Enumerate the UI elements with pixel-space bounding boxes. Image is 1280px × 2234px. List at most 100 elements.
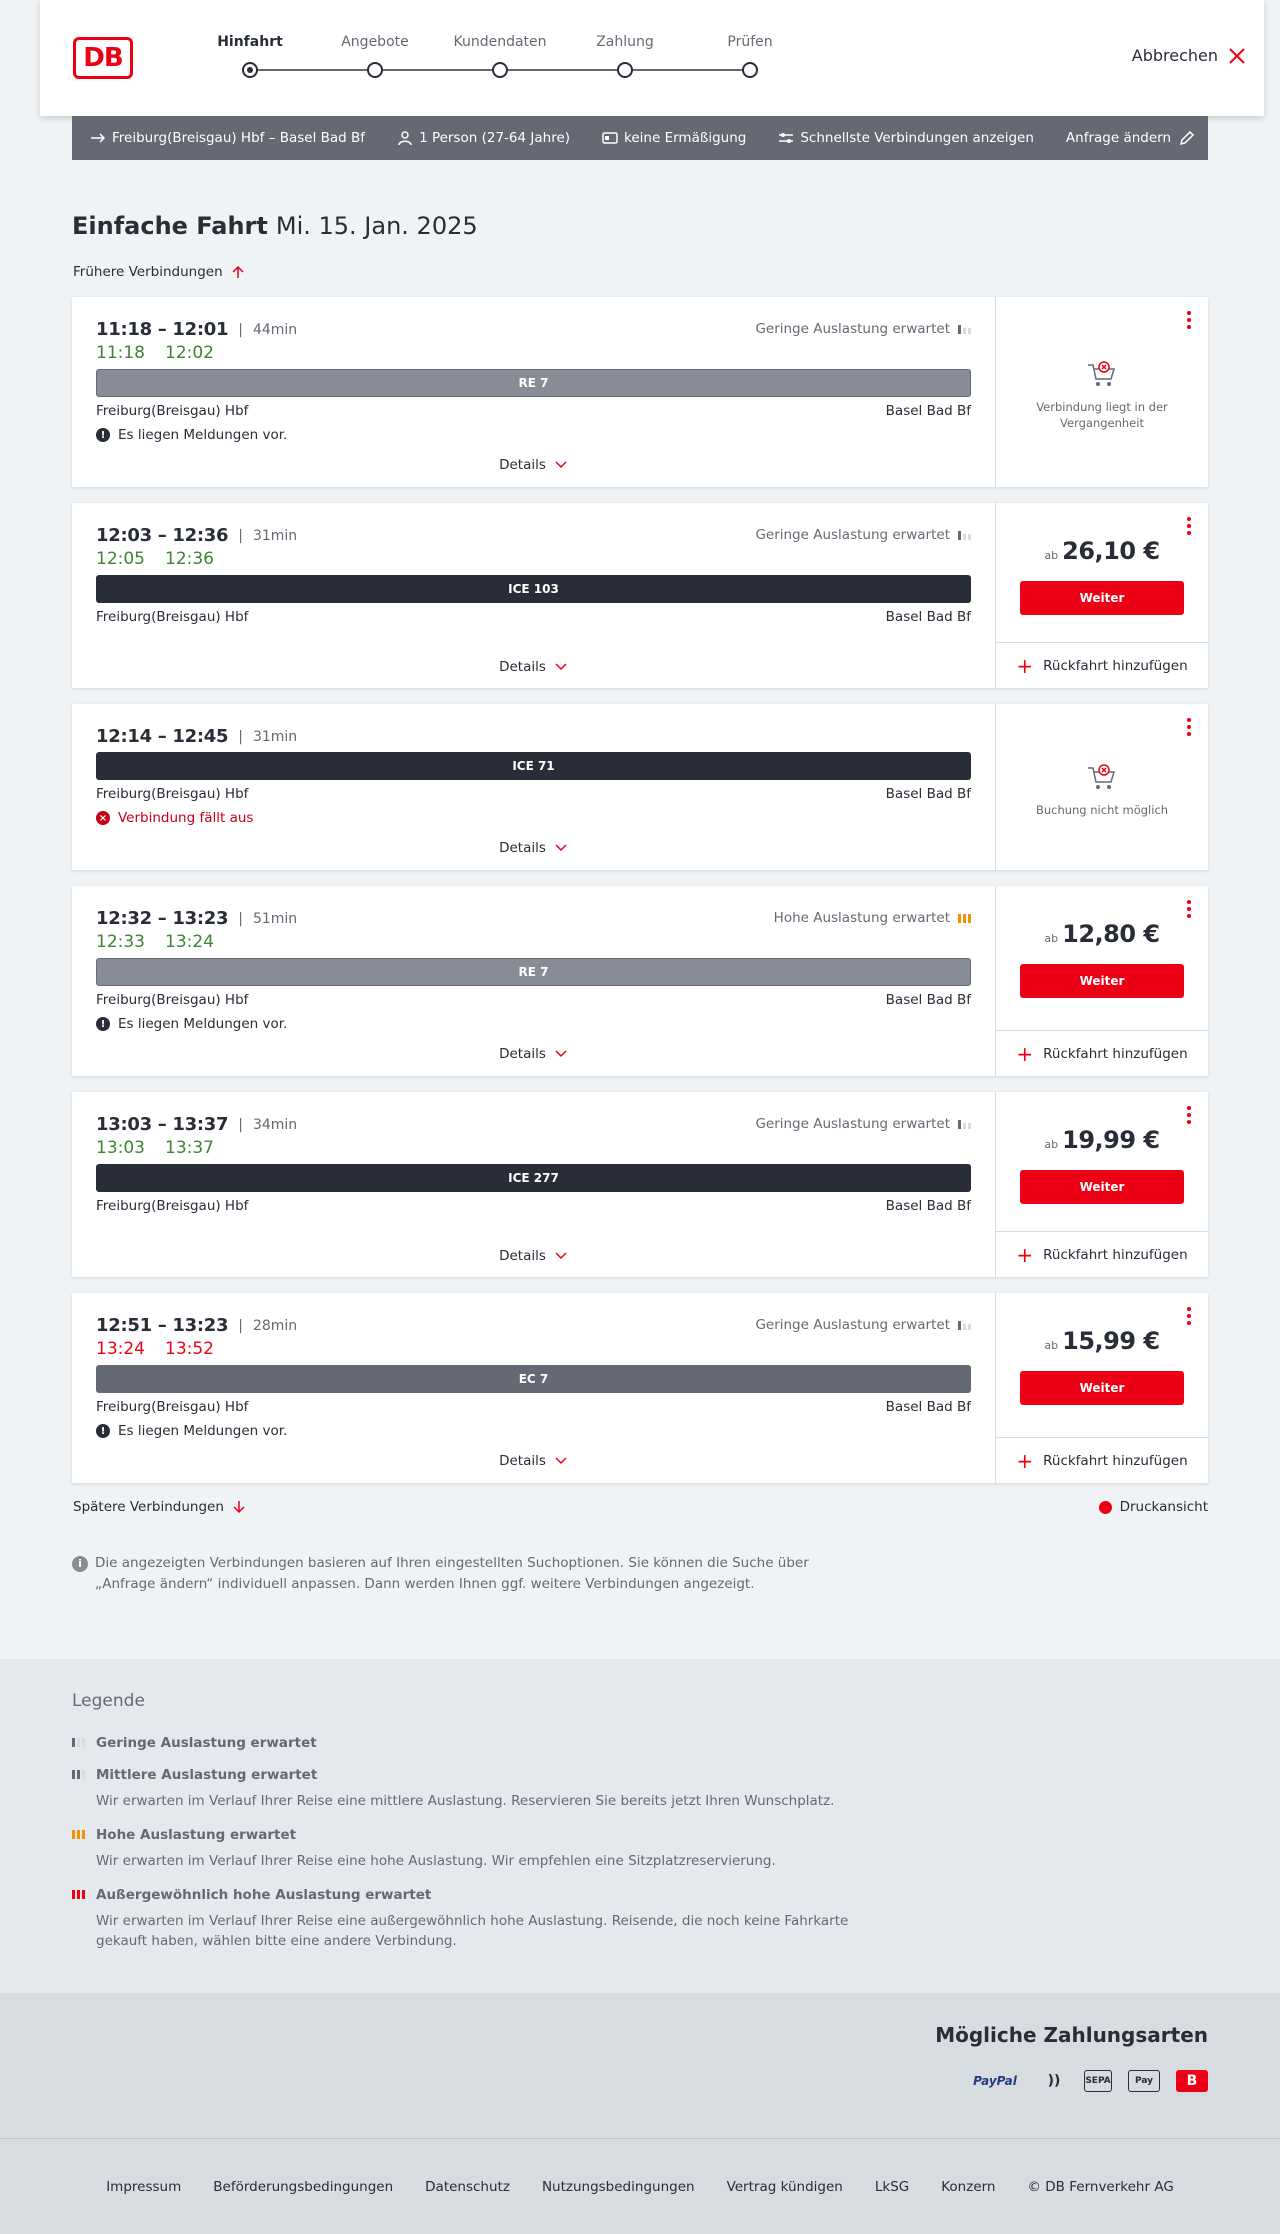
step-dot [742, 62, 758, 78]
train-bar[interactable]: RE 7 [96, 958, 971, 986]
station-from: Freiburg(Breisgau) Hbf [96, 609, 249, 625]
plus-icon: + [1016, 1448, 1034, 1473]
train-bar[interactable]: ICE 71 [96, 752, 971, 780]
connection-main[interactable]: 12:14 – 12:45 | 31min ICE 71 Freiburg(Brei… [72, 704, 995, 870]
train-name: RE 7 [518, 376, 549, 390]
occupancy-low-icon [958, 324, 971, 334]
occupancy-extreme-icon [72, 1890, 85, 1899]
occupancy-high-icon [72, 1830, 85, 1839]
connection-main[interactable]: 13:03 – 13:37 | 34min 13:03 13:37 Geringe A… [72, 1092, 995, 1277]
cart-unavailable-icon [1088, 361, 1116, 386]
offer-panel: Buchung nicht möglich [995, 704, 1208, 870]
price: ab 12,80 € [996, 920, 1208, 948]
change-request-button[interactable]: Anfrage ändern [1066, 130, 1195, 146]
weiter-button[interactable]: Weiter [1020, 1371, 1184, 1405]
connection-main[interactable]: 11:18 – 12:01 | 44min 11:18 12:02 Geringe A… [72, 297, 995, 487]
later-connections-link[interactable]: Spätere Verbindungen [73, 1499, 246, 1515]
add-return-label: Rückfahrt hinzufügen [1043, 1045, 1188, 1062]
cancel-circle-icon: × [96, 811, 110, 825]
chevron-down-icon [555, 461, 567, 469]
details-toggle[interactable]: Details [72, 659, 995, 675]
more-options-icon[interactable] [1186, 1106, 1192, 1124]
realtime-departure: 13:24 [96, 1339, 145, 1359]
offer-panel: ab 15,99 € Weiter + Rückfahrt hinzufügen [995, 1293, 1208, 1483]
connection-main[interactable]: 12:03 – 12:36 | 31min 12:05 12:36 Geringe A… [72, 503, 995, 688]
legend-item-medium: Mittlere Auslastung erwartet Wir erwarte… [72, 1767, 1280, 1811]
train-bar[interactable]: RE 7 [96, 369, 971, 397]
more-options-icon[interactable] [1186, 517, 1192, 535]
offer-panel: Verbindung liegt in der Vergangenheit [995, 297, 1208, 487]
occupancy-text: Geringe Auslastung erwartet [755, 1116, 950, 1132]
details-toggle[interactable]: Details [72, 840, 995, 856]
connection-main[interactable]: 12:32 – 13:23 | 51min 12:33 13:24 Hohe Ausl… [72, 886, 995, 1076]
print-label: Druckansicht [1119, 1499, 1208, 1515]
footer-link-befoerderungsbedingungen[interactable]: Beförderungsbedingungen [213, 2179, 393, 2195]
discount-summary[interactable]: keine Ermäßigung [602, 130, 746, 146]
price-prefix: ab [1044, 1138, 1059, 1151]
db-logo[interactable]: DB [73, 37, 133, 79]
fastest-toggle[interactable]: Schnellste Verbindungen anzeigen [778, 130, 1034, 146]
step-pruefen: Prüfen [690, 34, 810, 78]
footer-link-vertrag-kuendigen[interactable]: Vertrag kündigen [727, 2179, 843, 2195]
add-return-button[interactable]: + Rückfahrt hinzufügen [996, 642, 1208, 688]
connection-list: 11:18 – 12:01 | 44min 11:18 12:02 Geringe A… [72, 297, 1208, 1483]
legend-item-desc: Wir erwarten im Verlauf Ihrer Reise eine… [96, 1913, 849, 1949]
passenger-summary[interactable]: 1 Person (27-64 Jahre) [397, 130, 570, 146]
step-label: Prüfen [727, 34, 773, 50]
realtime-departure: 11:18 [96, 343, 145, 363]
footer-link-nutzungsbedingungen[interactable]: Nutzungsbedingungen [542, 2179, 695, 2195]
train-bar[interactable]: ICE 277 [96, 1164, 971, 1192]
add-return-button[interactable]: + Rückfahrt hinzufügen [996, 1030, 1208, 1076]
notice: ! Es liegen Meldungen vor. [96, 427, 287, 443]
footer-copyright: © DB Fernverkehr AG [1027, 2178, 1174, 2195]
station-from: Freiburg(Breisgau) Hbf [96, 786, 249, 802]
connection-main[interactable]: 12:51 – 13:23 | 28min 13:24 13:52 Geringe A… [72, 1293, 995, 1483]
occupancy-high-icon [958, 913, 971, 923]
legend-item-low: Geringe Auslastung erwartet [72, 1735, 1280, 1751]
weiter-button[interactable]: Weiter [1020, 581, 1184, 615]
footer-link-datenschutz[interactable]: Datenschutz [425, 2179, 510, 2195]
contactless-icon: )) [1047, 2073, 1061, 2089]
planned-times: 12:03 – 12:36 | 31min [96, 525, 298, 546]
train-bar[interactable]: ICE 103 [96, 575, 971, 603]
step-kundendaten: Kundendaten [440, 34, 560, 78]
legend-item-desc: Wir erwarten im Verlauf Ihrer Reise eine… [96, 1793, 835, 1809]
train-name: ICE 71 [512, 759, 555, 773]
details-toggle[interactable]: Details [72, 1046, 995, 1062]
more-options-icon[interactable] [1186, 1307, 1192, 1325]
cancel-button[interactable]: Abbrechen [1132, 46, 1246, 65]
add-return-button[interactable]: + Rückfahrt hinzufügen [996, 1437, 1208, 1483]
details-toggle[interactable]: Details [72, 1453, 995, 1469]
footer-link-impressum[interactable]: Impressum [106, 2179, 181, 2195]
price-prefix: ab [1044, 549, 1059, 562]
legend-item-extreme: Außergewöhnlich hohe Auslastung erwartet… [72, 1887, 1280, 1951]
more-options-icon[interactable] [1186, 311, 1192, 329]
footer-link-lksg[interactable]: LkSG [875, 2179, 909, 2195]
train-bar[interactable]: EC 7 [96, 1365, 971, 1393]
planned-times: 13:03 – 13:37 | 34min [96, 1114, 298, 1135]
details-toggle[interactable]: Details [72, 457, 995, 473]
more-options-icon[interactable] [1186, 718, 1192, 736]
later-label: Spätere Verbindungen [73, 1499, 224, 1515]
duration: 28min [252, 1317, 298, 1334]
trip-type: Einfache Fahrt [72, 212, 268, 240]
route-text: Freiburg(Breisgau) Hbf – Basel Bad Bf [112, 130, 366, 146]
notice: ! Es liegen Meldungen vor. [96, 1423, 287, 1439]
add-return-label: Rückfahrt hinzufügen [1043, 1452, 1188, 1469]
footer-link-konzern[interactable]: Konzern [941, 2179, 995, 2195]
step-dot [492, 62, 508, 78]
station-to: Basel Bad Bf [885, 609, 971, 625]
legend-item-title: Mittlere Auslastung erwartet [96, 1767, 318, 1783]
route-summary[interactable]: Freiburg(Breisgau) Hbf – Basel Bad Bf [90, 130, 365, 146]
occupancy-low-icon [958, 530, 971, 540]
add-return-button[interactable]: + Rückfahrt hinzufügen [996, 1231, 1208, 1277]
occupancy-info: Geringe Auslastung erwartet [755, 1116, 971, 1132]
notice-text: Es liegen Meldungen vor. [118, 1423, 288, 1439]
weiter-button[interactable]: Weiter [1020, 964, 1184, 998]
details-toggle[interactable]: Details [72, 1248, 995, 1264]
earlier-connections-link[interactable]: Frühere Verbindungen [73, 262, 1280, 282]
weiter-button[interactable]: Weiter [1020, 1170, 1184, 1204]
occupancy-text: Hohe Auslastung erwartet [773, 910, 950, 926]
print-view-link[interactable]: Druckansicht [1098, 1499, 1208, 1515]
more-options-icon[interactable] [1186, 900, 1192, 918]
